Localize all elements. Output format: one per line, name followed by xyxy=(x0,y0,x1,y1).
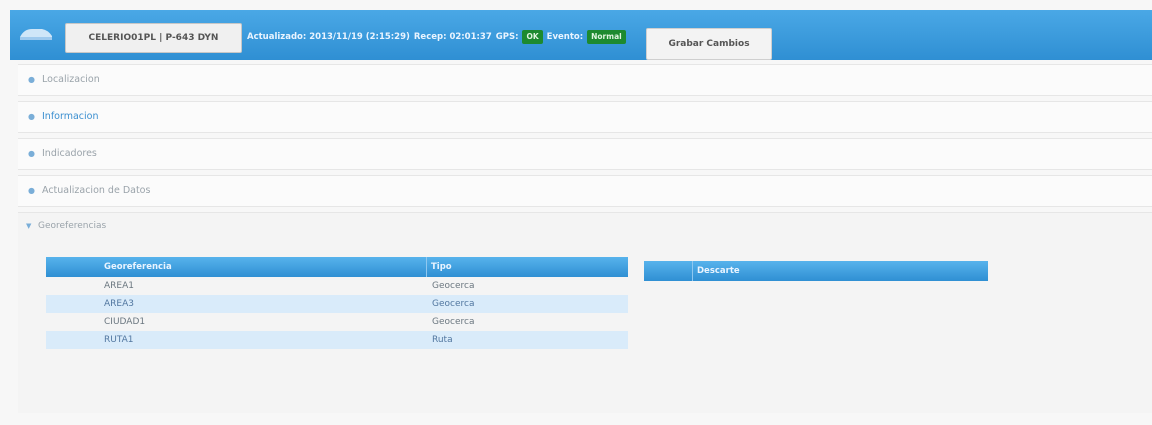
table-row[interactable]: AREA3 Geocerca xyxy=(46,295,628,313)
panel-georeferencias: ▼ Georeferencias Georeferencia Tipo AREA1… xyxy=(18,212,1152,413)
cell-georeferencia: CIUDAD1 xyxy=(104,317,146,327)
bullet-icon: ● xyxy=(28,112,35,121)
panel-label: Indicadores xyxy=(42,148,97,159)
vehicle-selector[interactable]: CELERIO01PL | P-643 DYN xyxy=(65,23,242,53)
bullet-icon: ▼ xyxy=(26,222,32,230)
cell-georeferencia: AREA1 xyxy=(104,281,134,291)
panel-localizacion[interactable]: ● Localizacion xyxy=(18,64,1152,96)
bullet-icon: ● xyxy=(28,186,35,195)
cell-tipo: Ruta xyxy=(432,335,453,345)
bullet-icon: ● xyxy=(28,149,35,158)
car-logo-icon xyxy=(20,29,52,40)
table-row[interactable]: CIUDAD1 Geocerca xyxy=(46,313,628,331)
table-header: Georeferencia Tipo xyxy=(46,257,628,277)
panel-informacion[interactable]: ● Informacion xyxy=(18,101,1152,133)
reception-text: Recep: 02:01:37 xyxy=(413,32,492,42)
panel-label: Georeferencias xyxy=(38,221,107,231)
cell-tipo: Geocerca xyxy=(432,281,475,291)
panel-label: Informacion xyxy=(42,111,99,122)
cell-tipo: Geocerca xyxy=(432,299,475,309)
col-header-tipo[interactable]: Tipo xyxy=(426,257,628,277)
cell-georeferencia: AREA3 xyxy=(104,299,134,309)
save-changes-button[interactable]: Grabar Cambios xyxy=(646,28,772,60)
updated-text: Actualizado: 2013/11/19 (2:15:29) xyxy=(247,32,410,42)
panel-indicadores[interactable]: ● Indicadores xyxy=(18,138,1152,170)
georeference-table: Georeferencia Tipo AREA1 Geocerca AREA3 … xyxy=(46,257,628,349)
panel-label: Actualizacion de Datos xyxy=(42,185,151,196)
event-status-badge: Normal xyxy=(587,30,626,44)
discard-table: Descarte xyxy=(644,261,988,281)
status-line: Actualizado: 2013/11/19 (2:15:29) Recep:… xyxy=(247,26,647,48)
panel-actualizacion-datos[interactable]: ● Actualizacion de Datos xyxy=(18,175,1152,207)
col-header-descarte[interactable]: Descarte xyxy=(692,261,740,281)
bullet-icon: ● xyxy=(28,75,35,84)
cell-georeferencia: RUTA1 xyxy=(104,335,134,345)
panel-label: Localizacion xyxy=(42,74,100,85)
col-header-georeferencia[interactable]: Georeferencia xyxy=(46,257,426,277)
gps-label: GPS: xyxy=(495,32,519,42)
table-row[interactable]: RUTA1 Ruta xyxy=(46,331,628,349)
table-row[interactable]: AREA1 Geocerca xyxy=(46,277,628,295)
cell-tipo: Geocerca xyxy=(432,317,475,327)
event-label: Evento: xyxy=(546,32,584,42)
top-bar: CELERIO01PL | P-643 DYN Actualizado: 201… xyxy=(10,10,1152,60)
gps-status-badge: OK xyxy=(522,30,543,44)
panel-georeferencias-header[interactable]: ▼ Georeferencias xyxy=(18,213,1152,239)
